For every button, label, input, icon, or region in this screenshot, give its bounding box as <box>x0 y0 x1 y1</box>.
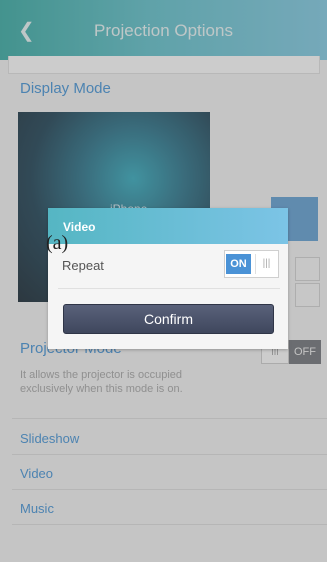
video-dialog: Video Repeat ON ||| Confirm <box>48 208 288 349</box>
repeat-label: Repeat <box>62 258 104 273</box>
toggle-grip-icon: ||| <box>255 254 277 274</box>
figure-annotation-label: (a) <box>46 232 69 254</box>
confirm-button[interactable]: Confirm <box>63 304 274 334</box>
repeat-toggle[interactable]: ON ||| <box>224 250 279 278</box>
dialog-header: Video <box>48 208 288 244</box>
toggle-on-label: ON <box>226 254 251 274</box>
dialog-divider <box>58 288 280 289</box>
